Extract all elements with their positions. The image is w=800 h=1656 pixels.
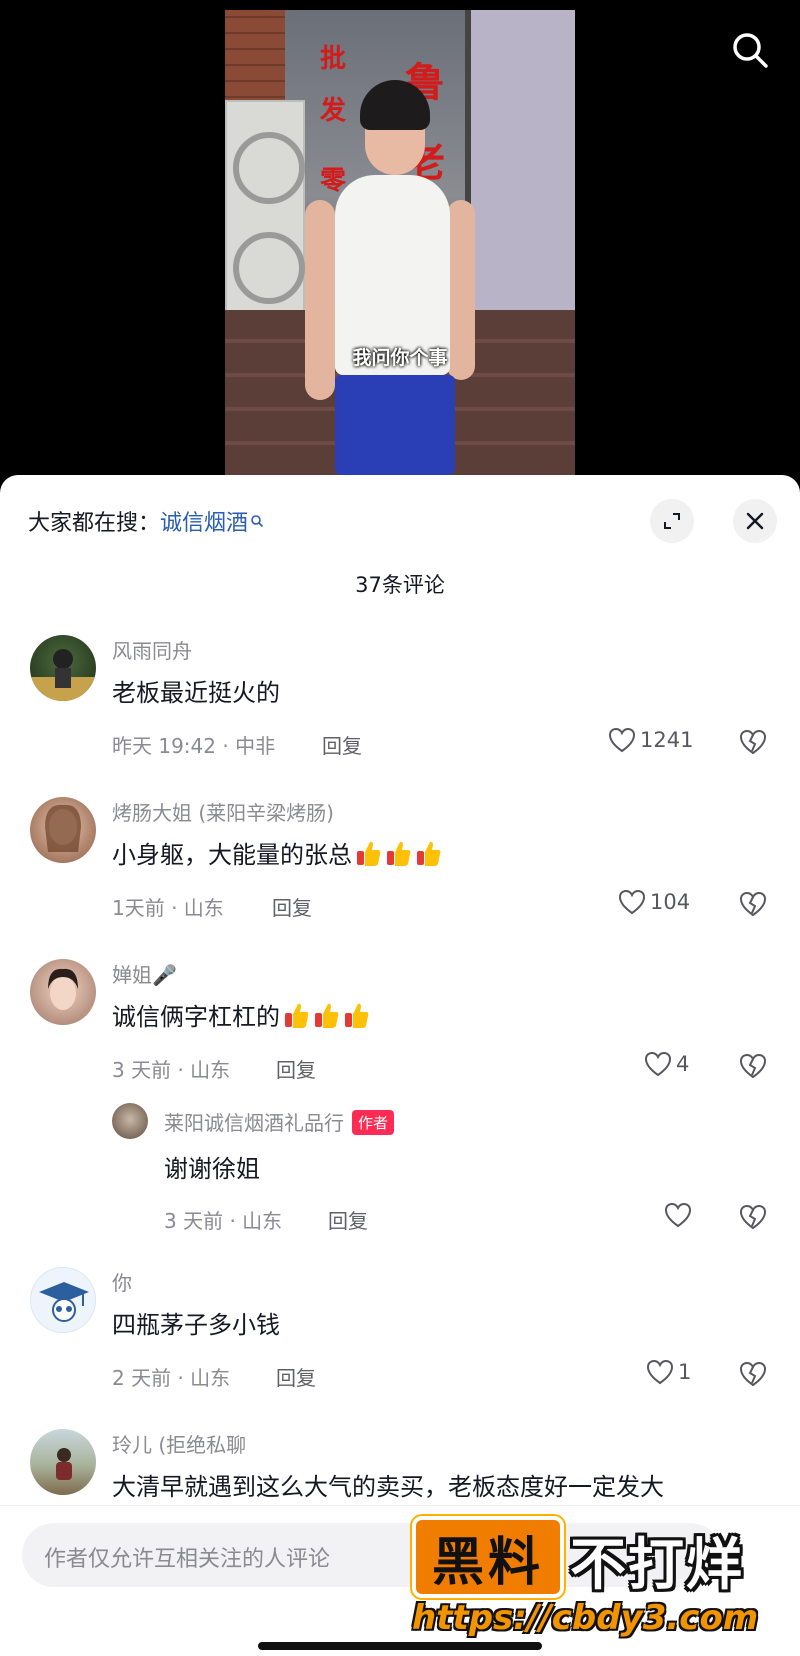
watermark-text-left: 黑料 (431, 1533, 544, 1593)
avatar[interactable] (30, 797, 96, 863)
dislike-button[interactable] (738, 1361, 768, 1391)
comment-input-bar: 作者仅允许互相关注的人评论 黑料 不打烊 https://cbdy3.com (0, 1505, 800, 1656)
thumbs-up-icon (356, 839, 382, 867)
air-conditioner (225, 100, 305, 320)
shop-sign-char: 批 (320, 44, 347, 74)
dislike-button[interactable] (738, 729, 768, 759)
close-icon (746, 512, 764, 530)
comment-author[interactable]: 婵姐🎤 (112, 959, 177, 988)
watermark-url: https://cbdy3.com (412, 1598, 759, 1638)
thumbs-up-icon (416, 839, 442, 867)
comment-count: 37条评论 (355, 573, 445, 597)
heart-icon (608, 727, 636, 753)
heart-icon (646, 1359, 674, 1385)
thumbs-up-icon (314, 1001, 340, 1029)
like-button[interactable]: 4 (644, 1051, 689, 1077)
comment-text: 四瓶茅子多小钱 (112, 1311, 280, 1339)
avatar[interactable] (30, 959, 96, 1025)
home-indicator[interactable] (258, 1642, 542, 1650)
broken-heart-icon (739, 1053, 767, 1079)
video-frame[interactable]: 批 发 零 鲁 老 我问你个事 (225, 10, 575, 475)
reply-button[interactable]: 回复 (276, 1362, 316, 1391)
comment-text: 诚信俩字杠杠的 (112, 997, 370, 1032)
comment-sheet: 大家都在搜： 诚信烟酒 37条评论 风雨同舟 老板最近挺火的 昨天 19:42 … (0, 475, 800, 1656)
hot-search-prefix: 大家都在搜： (28, 511, 161, 536)
broken-heart-icon (739, 1361, 767, 1387)
comment-sheet-header: 大家都在搜： 诚信烟酒 (0, 475, 800, 545)
reply-button[interactable]: 回复 (322, 730, 362, 759)
hot-search-keyword[interactable]: 诚信烟酒 (160, 505, 248, 537)
avatar[interactable] (30, 1429, 96, 1495)
author-badge: 作者 (352, 1110, 395, 1135)
comment-meta: 3 天前 · 山东 (164, 1209, 283, 1233)
graduation-cap-icon (39, 1282, 89, 1322)
small-search-icon (250, 509, 264, 528)
watermark-text-right: 不打烊 (570, 1533, 744, 1598)
dislike-button[interactable] (738, 1204, 768, 1234)
heart-icon (618, 889, 646, 915)
comment-meta: 1天前 · 山东 (112, 896, 224, 920)
thumbs-up-icon (344, 1001, 370, 1029)
video-person (305, 80, 475, 475)
reply-author-name: 莱阳诚信烟酒礼品行 (164, 1111, 344, 1135)
shop-door (465, 10, 575, 310)
reply-button[interactable]: 回复 (272, 892, 312, 921)
comment-author[interactable]: 烤肠大姐 (莱阳辛梁烤肠) (112, 797, 334, 826)
heart-icon (644, 1051, 672, 1077)
comment-text-content: 诚信俩字杠杠的 (112, 1003, 280, 1031)
comment-author[interactable]: 莱阳诚信烟酒礼品行 作者 (164, 1107, 395, 1136)
input-placeholder: 作者仅允许互相关注的人评论 (44, 1547, 331, 1572)
like-button[interactable]: 104 (618, 889, 690, 915)
expand-icon (664, 513, 680, 529)
comment-meta: 3 天前 · 山东 (112, 1058, 231, 1082)
comment-meta: 2 天前 · 山东 (112, 1366, 231, 1390)
hot-search[interactable]: 大家都在搜： 诚信烟酒 (28, 505, 264, 537)
comment-text: 小身躯，大能量的张总 (112, 835, 442, 870)
like-count: 104 (650, 890, 691, 914)
like-count: 1 (678, 1360, 692, 1384)
reply-button[interactable]: 回复 (276, 1054, 316, 1083)
like-count: 4 (676, 1052, 690, 1076)
expand-button[interactable] (650, 499, 694, 543)
comment-author[interactable]: 你 (112, 1267, 132, 1296)
comment-author[interactable]: 玲儿 (拒绝私聊 (112, 1429, 246, 1458)
broken-heart-icon (739, 1204, 767, 1230)
thumbs-up-icon (284, 1001, 310, 1029)
close-button[interactable] (733, 499, 777, 543)
video-player[interactable]: 批 发 零 鲁 老 我问你个事 (0, 0, 800, 485)
heart-icon (664, 1202, 692, 1228)
comment-meta: 昨天 19:42 · 中非 (112, 734, 276, 758)
search-icon[interactable] (730, 30, 770, 70)
broken-heart-icon (739, 729, 767, 755)
dislike-button[interactable] (738, 1053, 768, 1083)
thumbs-up-icon (386, 839, 412, 867)
comment-text: 老板最近挺火的 (112, 679, 280, 707)
like-count: 1241 (640, 728, 694, 752)
like-button[interactable]: 1 (646, 1359, 691, 1385)
video-subtitle: 我问你个事 (352, 347, 448, 369)
broken-heart-icon (739, 891, 767, 917)
like-button[interactable]: 1241 (608, 727, 693, 753)
comment-text: 大清早就遇到这么大气的卖买，老板态度好一定发大 (112, 1473, 664, 1501)
comment-text-content: 小身躯，大能量的张总 (112, 841, 352, 869)
dislike-button[interactable] (738, 891, 768, 921)
comment-author[interactable]: 风雨同舟 (112, 635, 192, 664)
avatar[interactable] (30, 1267, 96, 1333)
like-button[interactable] (664, 1202, 696, 1228)
reply-button[interactable]: 回复 (328, 1205, 368, 1234)
comment-text: 谢谢徐姐 (164, 1155, 260, 1183)
avatar[interactable] (30, 635, 96, 701)
avatar[interactable] (112, 1103, 148, 1139)
